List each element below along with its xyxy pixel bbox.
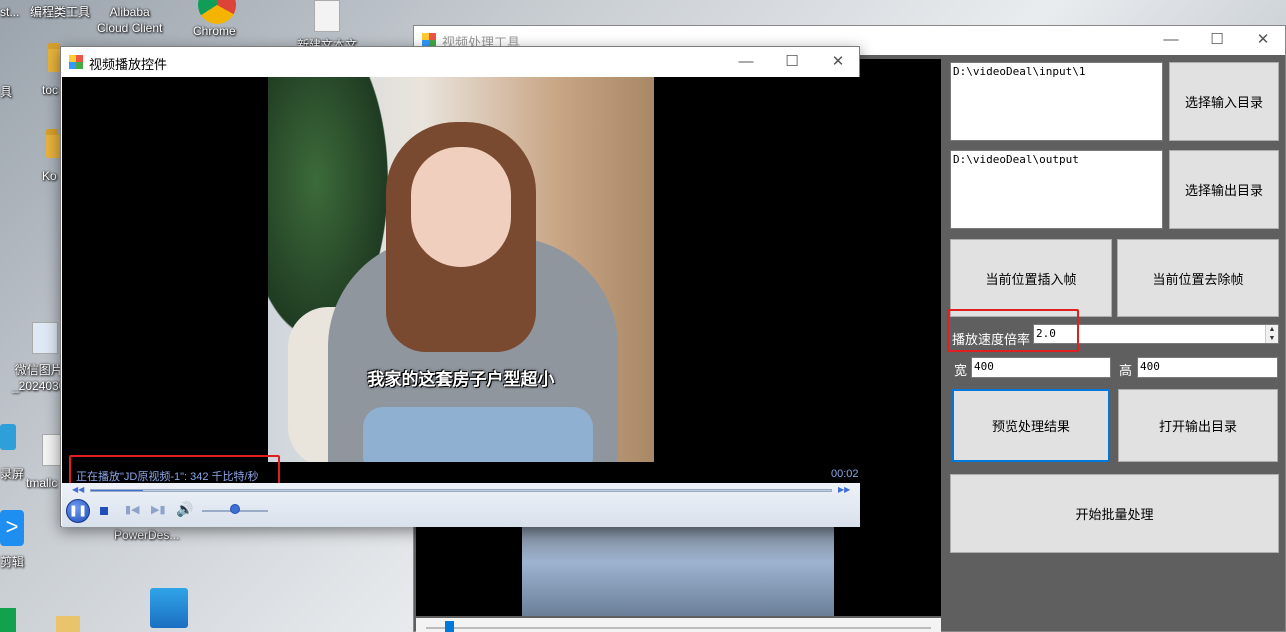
video-display[interactable]: 我家的这套房子户型超小 正在播放"JD原视频-1": 342 千比特/秒 00:…: [62, 77, 860, 483]
speed-highlight: [947, 309, 1079, 352]
text-file-icon[interactable]: [314, 0, 340, 32]
folder-icon[interactable]: [56, 616, 80, 632]
select-input-button[interactable]: 选择输入目录: [1169, 62, 1279, 141]
batch-process-button[interactable]: 开始批量处理: [950, 474, 1279, 553]
volume-thumb[interactable]: [230, 504, 240, 514]
minimize-icon[interactable]: —: [1148, 26, 1194, 55]
preview-frame: [522, 527, 834, 616]
select-output-button[interactable]: 选择输出目录: [1169, 150, 1279, 229]
archive-icon[interactable]: [150, 588, 188, 628]
desktop-icon-label[interactable]: toc: [42, 82, 58, 98]
pause-icon[interactable]: ❚❚: [66, 499, 90, 523]
close-icon[interactable]: ✕: [815, 48, 861, 77]
preview-seek-line: [426, 627, 931, 629]
output-dir-field[interactable]: D:\videoDeal\output: [950, 150, 1163, 229]
video-editor-icon[interactable]: >: [0, 510, 24, 546]
desktop-icon-label[interactable]: 编程类工具: [30, 4, 90, 20]
maximize-icon[interactable]: ☐: [1194, 26, 1240, 55]
speed-spinner[interactable]: ▲ ▼: [1265, 325, 1278, 343]
remove-frame-button[interactable]: 当前位置去除帧: [1117, 239, 1279, 317]
desktop-icon-label[interactable]: PowerDes...: [114, 527, 179, 543]
video-player-window: 视频播放控件 — ☐ ✕ 我家的这套房子户型超小 正在播放"JD原视频-1": …: [60, 46, 860, 527]
desktop-icon-label[interactable]: tmallc: [26, 475, 57, 491]
height-label: 高: [1119, 363, 1133, 378]
next-icon[interactable]: ▶▮: [151, 503, 166, 516]
chrome-icon[interactable]: [198, 0, 236, 24]
input-dir-field[interactable]: D:\videoDeal\input\1: [950, 62, 1163, 141]
app-icon: [422, 33, 436, 47]
desktop-icon-label[interactable]: 录屏: [0, 466, 24, 482]
volume-icon[interactable]: 🔊: [176, 501, 193, 518]
height-input[interactable]: 400: [1137, 357, 1278, 378]
close-icon[interactable]: ✕: [1240, 26, 1286, 55]
player-titlebar[interactable]: 视频播放控件 — ☐ ✕: [61, 47, 859, 77]
minimize-icon[interactable]: —: [723, 48, 769, 77]
app-icon[interactable]: [0, 608, 16, 632]
face: [411, 147, 511, 267]
player-controls: ◀◀ ▶▶ ❚❚ ▮◀ ▶▮ 🔊: [62, 483, 860, 527]
app-icon: [69, 55, 83, 69]
previous-icon[interactable]: ▮◀: [125, 503, 140, 516]
desktop-icon-label[interactable]: Ko: [42, 168, 57, 184]
insert-frame-button[interactable]: 当前位置插入帧: [950, 239, 1112, 317]
width-input[interactable]: 400: [971, 357, 1111, 378]
preview-button[interactable]: 预览处理结果: [952, 389, 1110, 462]
rewind-icon[interactable]: ◀◀: [72, 486, 84, 494]
seek-track[interactable]: [90, 489, 832, 492]
width-label: 宽: [954, 363, 968, 378]
seek-fill: [91, 490, 143, 491]
desktop-icon-label[interactable]: 具: [0, 84, 12, 100]
jeans: [363, 407, 593, 462]
preview-seek-thumb[interactable]: [445, 621, 454, 632]
playback-time: 00:02: [831, 468, 859, 480]
video-subtitle: 我家的这套房子户型超小: [367, 370, 555, 389]
desktop-icon-label[interactable]: Alibaba Cloud Client: [97, 4, 162, 36]
desktop-icon-label[interactable]: Chrome: [193, 23, 236, 39]
desktop-icon-label[interactable]: st...: [0, 4, 19, 20]
fast-forward-icon[interactable]: ▶▶: [838, 486, 852, 494]
player-title: 视频播放控件: [89, 57, 168, 72]
image-file-icon[interactable]: [32, 322, 58, 354]
video-frame: 我家的这套房子户型超小: [268, 77, 654, 462]
open-output-button[interactable]: 打开输出目录: [1118, 389, 1278, 462]
maximize-icon[interactable]: ☐: [769, 48, 815, 77]
desktop-icon-label[interactable]: 剪辑: [0, 554, 24, 570]
recorder-icon[interactable]: [0, 424, 16, 450]
stop-icon[interactable]: [100, 507, 108, 515]
desktop-icon-label[interactable]: 微信图片 _2024030: [12, 362, 65, 394]
preview-seek-track[interactable]: [416, 618, 941, 632]
